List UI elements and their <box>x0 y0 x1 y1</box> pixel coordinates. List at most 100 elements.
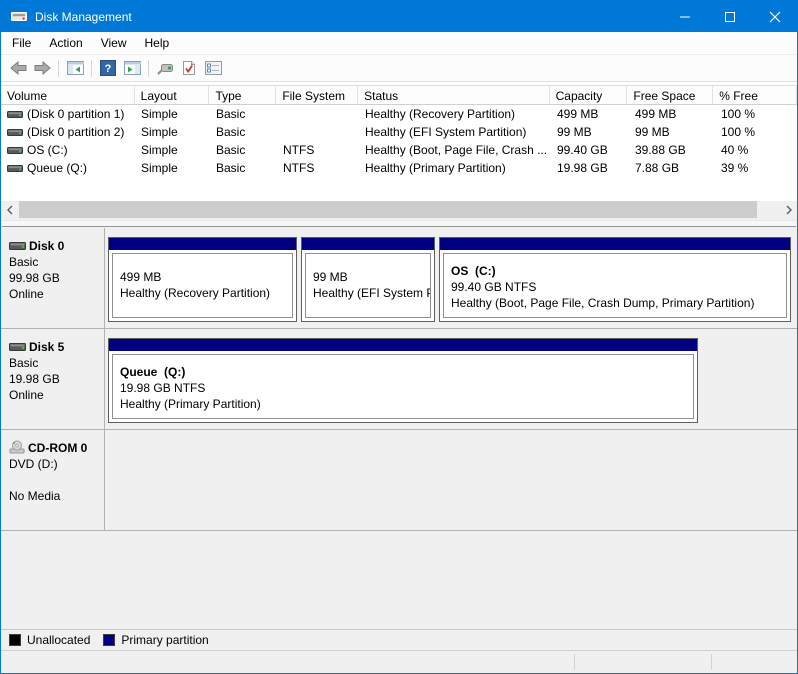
title-bar[interactable]: Disk Management <box>1 1 797 32</box>
show-action-pane-button[interactable] <box>120 57 144 79</box>
device-button[interactable] <box>153 57 177 79</box>
splitter-grip[interactable] <box>2 220 796 227</box>
checklist-button[interactable] <box>201 57 225 79</box>
volume-free-space: 99 MB <box>629 125 715 139</box>
volume-pct-free: 40 % <box>715 143 798 157</box>
menu-item[interactable]: File <box>3 33 40 53</box>
check-button[interactable] <box>177 57 201 79</box>
back-button[interactable] <box>6 57 30 79</box>
volume-name: Queue (Q:) <box>27 161 87 175</box>
toolbar-separator <box>91 60 92 77</box>
volume-layout: Simple <box>135 143 210 157</box>
partition-size: 499 MB <box>120 269 292 285</box>
check-icon <box>182 60 196 76</box>
volume-status: Healthy (Primary Partition) <box>359 161 551 175</box>
disk-label-panel[interactable]: Disk 0 Basic 99.98 GB Online <box>1 228 105 328</box>
volume-pct-free: 100 % <box>715 125 798 139</box>
toolbar: ? <box>1 55 797 82</box>
status-bar <box>1 650 797 673</box>
partition-box[interactable]: OS (C:) 99.40 GB NTFS Healthy (Boot, Pag… <box>439 237 791 322</box>
disk-row: Disk 5 Basic 19.98 GB Online Queue (Q:) … <box>1 329 797 430</box>
device-icon <box>156 61 174 76</box>
legend-label: Unallocated <box>27 633 90 647</box>
disk-size: 19.98 GB <box>9 372 104 388</box>
disk-name: CD-ROM 0 <box>28 441 87 455</box>
column-header[interactable]: Free Space <box>627 86 713 104</box>
partition-area: Queue (Q:) 19.98 GB NTFS Healthy (Primar… <box>105 329 797 429</box>
show-console-tree-button[interactable] <box>63 57 87 79</box>
volume-type: Basic <box>210 125 277 139</box>
volume-icon <box>7 129 23 136</box>
column-header[interactable]: Volume <box>1 86 135 104</box>
volume-layout: Simple <box>135 125 210 139</box>
disk-name: Disk 5 <box>29 340 64 354</box>
legend-swatch <box>103 634 115 646</box>
disk-row: CD-ROM 0 DVD (D:) No Media <box>1 430 797 531</box>
legend-swatch <box>9 634 21 646</box>
partition-color-band <box>302 238 434 250</box>
console-tree-icon <box>67 61 84 75</box>
volume-capacity: 19.98 GB <box>551 161 629 175</box>
minimize-button[interactable] <box>662 1 707 32</box>
pane-splitter[interactable] <box>1 218 797 228</box>
disk-icon <box>9 340 26 354</box>
volume-icon <box>7 111 23 118</box>
disk-row: Disk 0 Basic 99.98 GB Online 499 MB Heal… <box>1 228 797 329</box>
partition-box[interactable]: 499 MB Healthy (Recovery Partition) <box>108 237 297 322</box>
volume-row[interactable]: Queue (Q:) Simple Basic NTFS Healthy (Pr… <box>1 159 797 177</box>
volume-name: (Disk 0 partition 1) <box>27 107 124 121</box>
volume-status: Healthy (Boot, Page File, Crash ... <box>359 143 551 157</box>
menu-item[interactable]: Help <box>136 33 179 53</box>
column-header[interactable]: Layout <box>135 86 210 104</box>
column-header[interactable]: Type <box>209 86 276 104</box>
disk-management-window: Disk Management FileActionViewHelp <box>0 0 798 674</box>
scroll-right-arrow[interactable] <box>780 201 797 218</box>
maximize-button[interactable] <box>707 1 752 32</box>
volume-free-space: 39.88 GB <box>629 143 715 157</box>
volume-row[interactable]: OS (C:) Simple Basic NTFS Healthy (Boot,… <box>1 141 797 159</box>
disk-status: No Media <box>9 489 104 505</box>
volume-name: (Disk 0 partition 2) <box>27 125 124 139</box>
volume-row[interactable]: (Disk 0 partition 2) Simple Basic Health… <box>1 123 797 141</box>
menu-item[interactable]: Action <box>40 33 91 53</box>
disk-label-panel[interactable]: Disk 5 Basic 19.98 GB Online <box>1 329 105 429</box>
horizontal-scrollbar[interactable] <box>1 201 797 218</box>
partition-status: Healthy (Boot, Page File, Crash Dump, Pr… <box>451 295 786 311</box>
volume-list-header: VolumeLayoutTypeFile SystemStatusCapacit… <box>1 85 797 105</box>
legend-bar: Unallocated Primary partition <box>1 629 797 650</box>
column-header[interactable]: % Free <box>713 86 797 104</box>
disk-type: Basic <box>9 255 104 271</box>
partition-area <box>105 430 797 530</box>
scrollbar-thumb[interactable] <box>19 201 757 218</box>
scroll-left-arrow[interactable] <box>1 201 18 218</box>
column-header[interactable]: Capacity <box>550 86 628 104</box>
volume-layout: Simple <box>135 107 210 121</box>
column-header[interactable]: Status <box>358 86 550 104</box>
partition-title: Queue (Q:) <box>120 364 693 380</box>
partition-size: 19.98 GB NTFS <box>120 380 693 396</box>
volume-filesystem: NTFS <box>277 161 359 175</box>
volume-capacity: 499 MB <box>551 107 629 121</box>
menu-bar: FileActionViewHelp <box>1 32 797 55</box>
close-button[interactable] <box>752 1 797 32</box>
disk-label-panel[interactable]: CD-ROM 0 DVD (D:) No Media <box>1 430 105 530</box>
volume-row[interactable]: (Disk 0 partition 1) Simple Basic Health… <box>1 105 797 123</box>
cdrom-icon <box>9 440 25 457</box>
partition-box[interactable]: 99 MB Healthy (EFI System Par <box>301 237 435 322</box>
partition-box[interactable]: Queue (Q:) 19.98 GB NTFS Healthy (Primar… <box>108 338 698 423</box>
help-button[interactable]: ? <box>96 57 120 79</box>
disk-status: Online <box>9 388 104 404</box>
volume-type: Basic <box>210 143 277 157</box>
partition-status: Healthy (Recovery Partition) <box>120 285 292 301</box>
action-pane-icon <box>124 61 141 75</box>
forward-button[interactable] <box>30 57 54 79</box>
column-header[interactable]: File System <box>276 86 358 104</box>
disk-size: 99.98 GB <box>9 271 104 287</box>
scrollbar-track[interactable] <box>18 201 780 218</box>
menu-item[interactable]: View <box>92 33 136 53</box>
disk-size <box>9 473 104 489</box>
partition-info: Queue (Q:) 19.98 GB NTFS Healthy (Primar… <box>112 354 694 419</box>
partition-info: OS (C:) 99.40 GB NTFS Healthy (Boot, Pag… <box>443 253 787 318</box>
statusbar-separator <box>574 654 575 670</box>
statusbar-separator <box>711 654 712 670</box>
